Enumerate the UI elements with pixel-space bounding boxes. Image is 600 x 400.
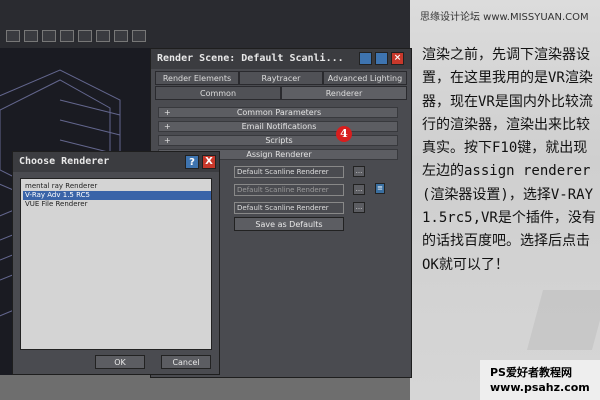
- tool-icon[interactable]: [60, 30, 74, 42]
- activeshade-renderer-field: Default Scanline Renderer: [234, 202, 344, 214]
- maximize-icon[interactable]: [375, 52, 388, 65]
- tool-icon[interactable]: [42, 30, 56, 42]
- window-titlebar[interactable]: Render Scene: Default Scanli... ×: [151, 49, 411, 69]
- tab-common[interactable]: Common: [155, 86, 281, 100]
- choose-renderer-dialog: Choose Renderer ? X mental ray Renderer …: [12, 151, 220, 375]
- tutorial-description: 渲染之前，先调下渲染器设置，在这里我用的是VR渲染器，现在VR是国内外比较流行的…: [422, 47, 596, 273]
- list-item-vray[interactable]: V-Ray Adv 1.5 RC5: [23, 191, 211, 200]
- tab-renderer[interactable]: Renderer: [281, 86, 407, 100]
- tab-raytracer[interactable]: Raytracer: [239, 71, 323, 85]
- site-banner: 思缘设计论坛 www.MISSYUAN.COM: [420, 12, 589, 23]
- tab-row-lower: Common Renderer: [155, 86, 407, 101]
- tool-icon[interactable]: [78, 30, 92, 42]
- renderer-list[interactable]: mental ray Renderer V-Ray Adv 1.5 RC5 VU…: [20, 178, 212, 350]
- rollout-email-notifications[interactable]: + Email Notifications: [158, 121, 398, 132]
- list-item-mental-ray[interactable]: mental ray Renderer: [23, 182, 211, 191]
- choose-production-button[interactable]: ...: [353, 166, 365, 177]
- window-title: Render Scene: Default Scanli...: [157, 53, 344, 64]
- tab-render-elements[interactable]: Render Elements: [155, 71, 239, 85]
- footer-site-url: www.psahz.com: [490, 381, 590, 394]
- save-as-defaults-button[interactable]: Save as Defaults: [234, 217, 344, 231]
- tab-advanced-lighting[interactable]: Advanced Lighting: [323, 71, 407, 85]
- help-icon[interactable]: ?: [185, 155, 199, 169]
- main-toolbar: [0, 0, 412, 48]
- production-renderer-field: Default Scanline Renderer: [234, 166, 344, 178]
- rollout-common-parameters[interactable]: + Common Parameters: [158, 107, 398, 118]
- choose-activeshade-button[interactable]: ...: [353, 202, 365, 213]
- choose-material-editor-button[interactable]: ...: [353, 184, 365, 195]
- material-editor-renderer-field: Default Scanline Renderer: [234, 184, 344, 196]
- tool-icon[interactable]: [6, 30, 20, 42]
- status-strip: [0, 375, 412, 400]
- list-item-vue-file[interactable]: VUE File Renderer: [23, 200, 211, 209]
- dialog-titlebar[interactable]: Choose Renderer ? X: [13, 152, 219, 172]
- tab-row-upper: Render Elements Raytracer Advanced Light…: [155, 71, 407, 85]
- minimize-icon[interactable]: [359, 52, 372, 65]
- tool-icon[interactable]: [24, 30, 38, 42]
- dialog-title: Choose Renderer: [19, 156, 110, 167]
- ok-button[interactable]: OK: [95, 355, 145, 369]
- lock-icon[interactable]: ≡: [375, 183, 385, 194]
- step-marker-badge: 4: [336, 126, 352, 142]
- cancel-button[interactable]: Cancel: [161, 355, 211, 369]
- close-icon[interactable]: X: [202, 155, 216, 169]
- close-icon[interactable]: ×: [391, 52, 404, 65]
- tool-icon[interactable]: [96, 30, 110, 42]
- tool-icon[interactable]: [114, 30, 128, 42]
- footer-site-name: PS爱好者教程网: [490, 366, 572, 379]
- rollout-scripts[interactable]: + Scripts: [158, 135, 398, 146]
- tool-icon[interactable]: [132, 30, 146, 42]
